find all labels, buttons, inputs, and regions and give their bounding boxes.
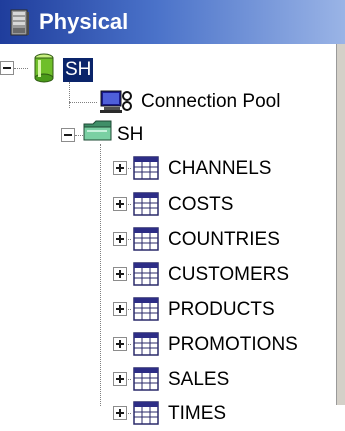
tree-connector [100,144,101,406]
table-icon [133,331,159,362]
root-collapse-toggle[interactable] [0,61,14,75]
tree-view[interactable]: SH Connection Pool SH CHANNELS COSTS COU… [0,44,336,425]
database-icon [31,53,57,88]
panel-title: Physical [39,9,129,34]
expand-times-toggle[interactable] [113,406,127,420]
tree-connector [69,102,97,103]
tree-node-table[interactable]: PROMOTIONS [168,333,298,357]
table-icon [133,155,159,186]
tree-node-table[interactable]: CUSTOMERS [168,263,289,287]
tree-node-table[interactable]: COSTS [168,193,233,217]
expand-sales-toggle[interactable] [113,372,127,386]
tree-node-table[interactable]: CHANNELS [168,157,271,181]
panel-edge [336,44,345,405]
expand-customers-toggle[interactable] [113,267,127,281]
tree-connector [75,135,83,136]
tree-node-schema[interactable]: SH [117,123,143,147]
expand-products-toggle[interactable] [113,302,127,316]
tree-connector [14,68,28,69]
tree-connector [69,82,70,108]
tree-node-root[interactable]: SH [63,58,94,82]
table-icon [133,296,159,327]
server-icon [9,9,31,42]
tree-node-table[interactable]: TIMES [168,402,226,426]
folder-icon [83,118,113,149]
connection-pool-icon [100,89,134,120]
expand-costs-toggle[interactable] [113,197,127,211]
table-icon [133,226,159,257]
table-icon [133,366,159,397]
panel-header: Physical [0,0,345,44]
physical-layer-panel: Physical SH Connection Pool SH CHANNELS … [0,0,345,425]
expand-promotions-toggle[interactable] [113,337,127,351]
table-icon [133,191,159,222]
tree-node-table[interactable]: SALES [168,368,229,392]
table-icon [133,261,159,292]
schema-collapse-toggle[interactable] [61,128,75,142]
expand-countries-toggle[interactable] [113,232,127,246]
expand-channels-toggle[interactable] [113,161,127,175]
tree-node-table[interactable]: COUNTRIES [168,228,280,252]
tree-node-connection-pool[interactable]: Connection Pool [141,90,280,114]
tree-node-table[interactable]: PRODUCTS [168,298,275,322]
